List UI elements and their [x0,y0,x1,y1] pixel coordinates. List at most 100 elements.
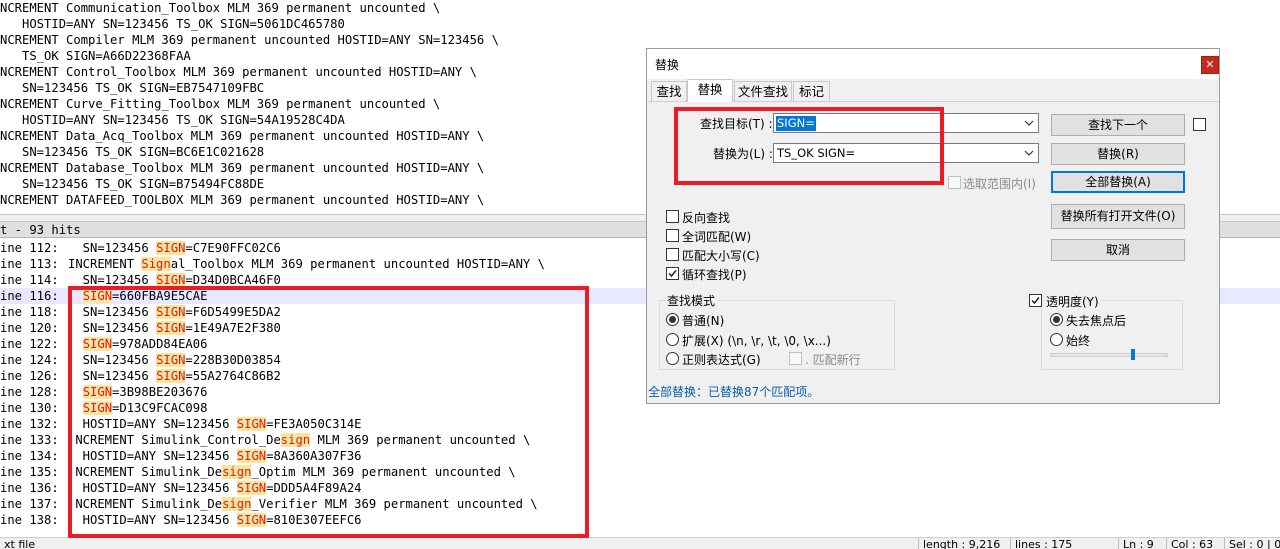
result-line-number: ine 118: [0,305,59,319]
search-mode-title: 查找模式 [665,292,718,309]
result-text-segment: SN=123456 [68,353,157,367]
editor-line[interactable]: HOSTID=ANY SN=123456 TS_OK SIGN=54A19528… [0,112,345,128]
search-result-row[interactable]: ine 133: NCREMENT Simulink_Control_Desig… [0,432,1280,448]
editor-line[interactable]: SN=123456 TS_OK SIGN=B75494FC88DE [0,176,264,192]
match-highlight: SIGN [236,481,267,495]
match-highlight: SIGN [82,401,113,415]
match-highlight: SIGN [236,513,267,527]
search-result-row[interactable]: ine 137: NCREMENT Simulink_Design_Verifi… [0,496,1280,512]
result-line-text: SIGN=660FBA9E5CAE [68,288,207,304]
match-highlight: SIGN [156,273,186,287]
result-line-text: HOSTID=ANY SN=123456 SIGN=FE3A050C314E [68,416,362,432]
editor-line[interactable]: HOSTID=ANY SN=123456 TS_OK SIGN=5061DC46… [0,16,345,32]
replace-all-button[interactable]: 全部替换(A) [1051,171,1185,193]
dot-newline-label: . 匹配新行 [805,353,861,367]
result-text-segment [68,385,83,399]
find-next-button[interactable]: 查找下一个 [1051,114,1185,136]
tab-mark[interactable]: 标记 [793,81,830,101]
option-checkbox[interactable] [666,267,679,280]
transparency-slider[interactable] [1050,349,1168,360]
in-selection-checkbox[interactable] [948,176,961,189]
find-next-option-checkbox[interactable] [1193,118,1206,131]
option-checkbox[interactable] [666,210,679,223]
transparency-lose-focus-label: 失去焦点后 [1066,314,1127,328]
result-text-segment: =1E49A7E2F380 [185,321,281,335]
result-line-number: ine 122: [0,337,59,351]
search-result-row[interactable]: ine 135: NCREMENT Simulink_Design_Optim … [0,464,1280,480]
result-text-segment: NCREMENT Simulink_Control_De [68,433,281,447]
find-what-combo[interactable]: SIGN= [773,113,1039,133]
result-line-number: ine 133: [0,433,59,447]
search-result-row[interactable]: ine 132: HOSTID=ANY SN=123456 SIGN=FE3A0… [0,416,1280,432]
mode-extended-radio[interactable] [666,333,679,346]
search-result-row[interactable]: ine 134: HOSTID=ANY SN=123456 SIGN=8A360… [0,448,1280,464]
status-lines: lines : 175 [1010,538,1118,549]
result-text-segment: =810E307EEFC6 [266,513,362,527]
transparency-slider-thumb[interactable] [1131,349,1135,360]
replace-with-label: 替换为(L) : [713,147,773,161]
option-checkbox[interactable] [666,248,679,261]
editor-line[interactable]: NCREMENT Compiler MLM 369 permanent unco… [0,32,499,48]
result-text-segment [68,337,83,351]
match-highlight: sign [280,433,311,447]
editor-line[interactable]: NCREMENT DATAFEED_TOOLBOX MLM 369 perman… [0,192,484,208]
match-highlight: SIGN [156,321,186,335]
transparency-always-radio[interactable] [1050,333,1063,346]
result-line-text: HOSTID=ANY SN=123456 SIGN=DDD5A4F89A24 [68,480,362,496]
match-highlight: SIGN [156,305,186,319]
result-line-text: SN=123456 SIGN=C7E90FFC02C6 [68,240,281,256]
replace-with-value[interactable]: TS_OK SIGN= [776,146,856,161]
result-line-number: ine 128: [0,385,59,399]
result-line-text: NCREMENT Simulink_Design_Verifier MLM 36… [68,496,538,512]
status-length: length : 9,216 [918,538,1010,549]
match-highlight: sign [222,497,252,511]
result-text-segment: _Verifier MLM 369 permanent uncounted \ [251,497,538,511]
replace-with-combo[interactable]: TS_OK SIGN= [773,143,1039,163]
search-result-row[interactable]: ine 138: HOSTID=ANY SN=123456 SIGN=810E3… [0,512,1280,528]
result-text-segment: HOSTID=ANY SN=123456 [68,417,237,431]
editor-line[interactable]: NCREMENT Data_Acq_Toolbox MLM 369 perman… [0,128,484,144]
close-button[interactable]: ✕ [1201,56,1219,74]
editor-line[interactable]: TS_OK SIGN=A66D22368FAA [0,48,191,64]
chevron-down-icon[interactable] [1023,116,1035,130]
match-highlight: SIGN [82,289,113,303]
chevron-down-icon[interactable] [1023,146,1035,160]
result-line-number: ine 137: [0,497,59,511]
result-text-segment: =F6D5499E5DA2 [185,305,281,319]
editor-line[interactable]: SN=123456 TS_OK SIGN=BC6E1C021628 [0,144,264,160]
result-text-segment: =D34D0BCA46F0 [185,273,281,287]
transparency-lose-focus-radio[interactable] [1050,313,1063,326]
find-what-value[interactable]: SIGN= [776,116,816,131]
editor-line[interactable]: NCREMENT Curve_Fitting_Toolbox MLM 369 p… [0,96,440,112]
dot-newline-checkbox[interactable] [789,352,802,365]
mode-normal-radio[interactable] [666,313,679,326]
replace-all-open-files-button[interactable]: 替换所有打开文件(O) [1051,204,1185,229]
replace-button[interactable]: 替换(R) [1051,143,1185,165]
tab-find-in-files[interactable]: 文件查找 [734,81,792,101]
tab-find[interactable]: 查找 [651,81,687,101]
result-line-number: ine 114: [0,273,59,287]
search-result-row[interactable]: ine 136: HOSTID=ANY SN=123456 SIGN=DDD5A… [0,480,1280,496]
editor-line[interactable]: NCREMENT Database_Toolbox MLM 369 perman… [0,160,484,176]
editor-line[interactable]: NCREMENT Communication_Toolbox MLM 369 p… [0,0,440,16]
match-highlight: Sign [141,257,171,271]
mode-regex-radio[interactable] [666,352,679,365]
status-bar: xt file length : 9,216 lines : 175 Ln : … [0,537,1280,549]
transparency-checkbox[interactable] [1029,294,1042,307]
result-line-number: ine 116: [0,289,59,303]
result-text-segment: SN=123456 [68,241,157,255]
result-line-number: ine 120: [0,321,59,335]
result-line-text: SN=123456 SIGN=D34D0BCA46F0 [68,272,281,288]
result-text-segment: SN=123456 [68,273,157,287]
result-text-segment: SN=123456 [68,321,157,335]
option-checkbox[interactable] [666,229,679,242]
result-line-text: NCREMENT Simulink_Control_Design MLM 369… [68,432,530,448]
editor-line[interactable]: NCREMENT Control_Toolbox MLM 369 permane… [0,64,477,80]
option-label: 循环查找(P) [682,268,747,282]
result-text-segment: NCREMENT Simulink_De [68,497,223,511]
cancel-button[interactable]: 取消 [1051,239,1185,261]
dialog-titlebar[interactable]: 替换 ✕ [647,49,1219,79]
editor-line[interactable]: SN=123456 TS_OK SIGN=EB7547109FBC [0,80,264,96]
tab-replace[interactable]: 替换 [687,79,733,102]
option-label: 反向查找 [682,211,731,225]
